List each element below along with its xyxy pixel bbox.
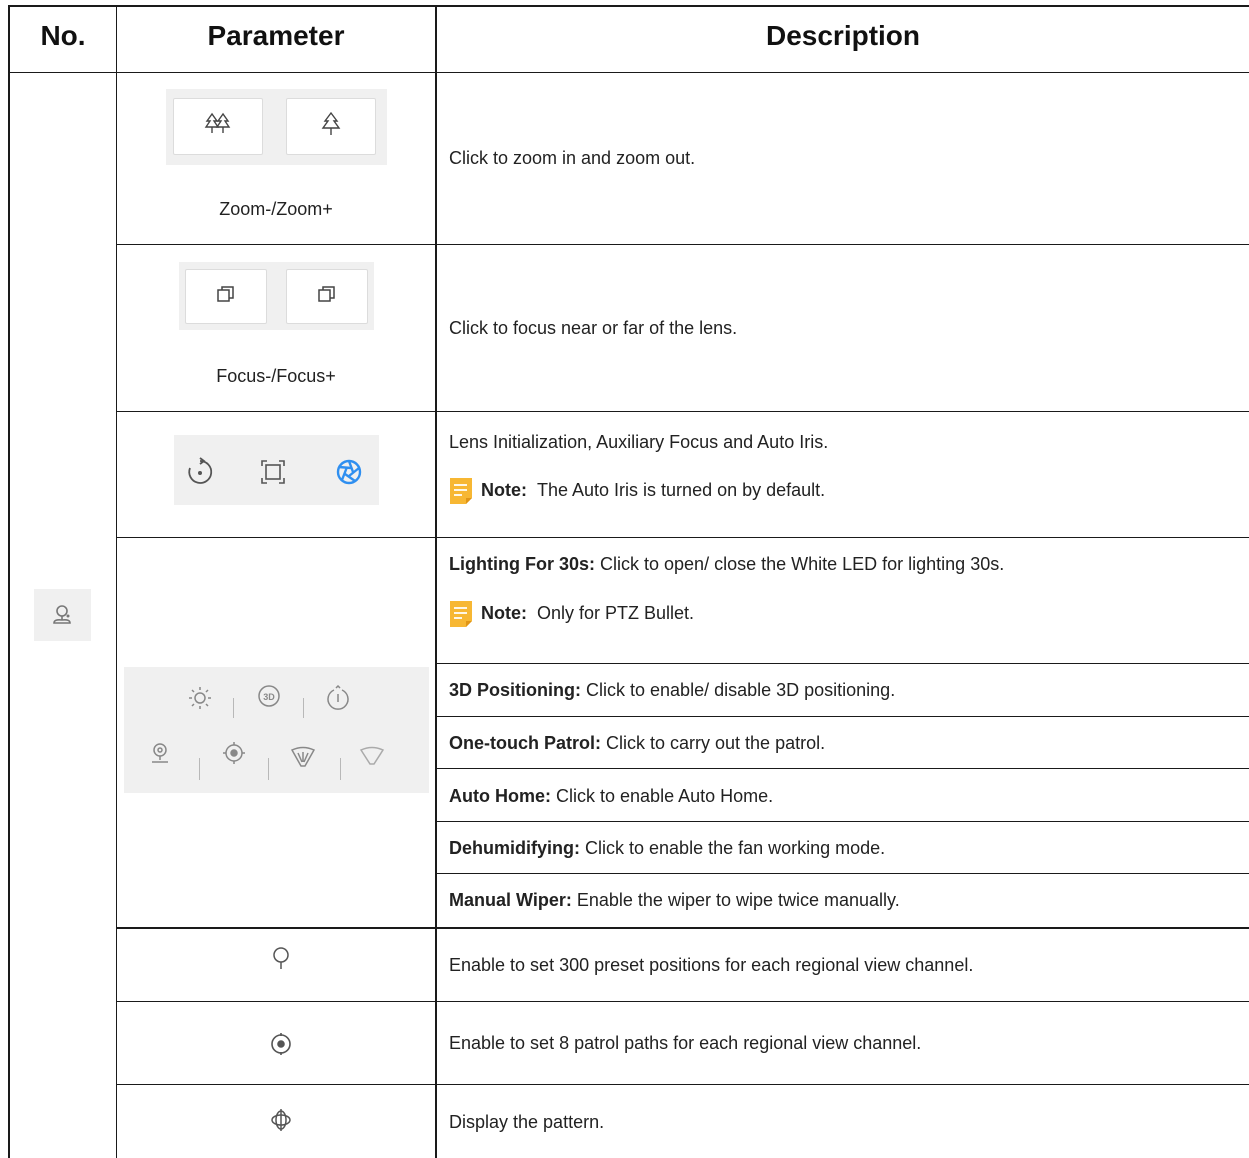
pattern-icon [271, 1109, 291, 1131]
patrol-button[interactable] [266, 1029, 296, 1059]
feature-dehumidifying: Dehumidifying: Click to enable the fan w… [449, 838, 885, 859]
zoom-out-button[interactable] [173, 98, 263, 155]
feature-text: Enable the wiper to wipe twice manually. [576, 890, 900, 910]
preset-button[interactable] [266, 944, 296, 974]
header-description: Description [765, 20, 921, 51]
lighting-note: Note: Only for PTZ Bullet. [449, 600, 695, 627]
focus-far-icon [316, 283, 338, 310]
patrol-description: Enable to set 8 patrol paths for each re… [449, 1033, 922, 1053]
lighting-sun-icon [189, 687, 211, 709]
focus-near-icon [215, 283, 237, 310]
wiper-button[interactable] [356, 741, 388, 771]
row-divider [116, 927, 1249, 929]
focus-near-button[interactable] [185, 269, 267, 324]
note-icon [449, 600, 472, 627]
header-parameter: Parameter [207, 20, 345, 51]
row-divider [116, 1001, 1249, 1002]
feature-one-touch-patrol: One-touch Patrol: Click to carry out the… [449, 733, 825, 754]
zoom-description: Click to zoom in and zoom out. [449, 148, 696, 168]
one-touch-patrol-button[interactable] [323, 683, 353, 713]
3d-positioning-icon: 3D [258, 685, 280, 707]
note-label: Note: [481, 602, 527, 623]
separator [303, 698, 304, 718]
feature-label: 3D Positioning: [449, 680, 581, 700]
3d-positioning-button[interactable]: 3D [254, 681, 284, 711]
lens-initialization-icon [188, 457, 213, 484]
feature-auto-home: Auto Home: Click to enable Auto Home. [449, 786, 773, 807]
fan-wiper-icon [290, 746, 316, 767]
separator [340, 758, 341, 780]
header-no: No. [40, 20, 86, 51]
note-label: Note: [481, 479, 527, 500]
auto-home-icon [152, 743, 168, 763]
zoom-in-tree-icon [318, 109, 344, 144]
auxiliary-focus-button[interactable] [255, 455, 291, 489]
feature-text: Click to enable Auto Home. [556, 786, 774, 806]
row-divider [116, 411, 1249, 412]
feature-text: Click to carry out the patrol. [606, 733, 826, 753]
feature-label: Lighting For 30s: [449, 554, 595, 574]
auto-iris-button[interactable] [331, 455, 367, 489]
separator [233, 698, 234, 718]
table-col-divider [435, 5, 437, 1158]
table-col-divider [116, 5, 117, 1158]
feature-label: Manual Wiper: [449, 890, 572, 910]
zoom-caption: Zoom-/Zoom+ [219, 198, 333, 219]
wiper-icon [359, 746, 385, 765]
pattern-button[interactable] [266, 1105, 296, 1135]
separator [199, 758, 200, 780]
row-divider [436, 768, 1249, 769]
feature-3d-positioning: 3D Positioning: Click to enable/ disable… [449, 680, 895, 701]
feature-manual-wiper: Manual Wiper: Enable the wiper to wipe t… [449, 890, 900, 911]
feature-text: Click to open/ close the White LED for l… [600, 554, 1005, 574]
ptz-control-button[interactable] [34, 589, 91, 641]
ptz-control-icon [34, 589, 91, 641]
lens-note: Note: The Auto Iris is turned on by defa… [449, 477, 826, 504]
row-divider [116, 1084, 1249, 1085]
feature-label: One-touch Patrol: [449, 733, 601, 753]
feature-label: Dehumidifying: [449, 838, 580, 858]
dehumidifying-icon [223, 742, 245, 764]
pattern-description: Display the pattern. [449, 1112, 605, 1132]
row-divider [436, 716, 1249, 717]
feature-text: Click to enable the fan working mode. [585, 838, 886, 858]
row-divider [436, 821, 1249, 822]
patrol-icon [271, 1033, 291, 1055]
auto-home-button[interactable] [145, 738, 175, 768]
note-text: Only for PTZ Bullet. [537, 602, 695, 623]
focus-description: Click to focus near or far of the lens. [449, 318, 738, 338]
lens-initialization-button[interactable] [182, 455, 218, 489]
lighting-button[interactable] [185, 683, 215, 713]
svg-text:3D: 3D [263, 692, 275, 702]
preset-description: Enable to set 300 preset positions for e… [449, 955, 974, 975]
focus-far-button[interactable] [286, 269, 368, 324]
feature-text: Click to enable/ disable 3D positioning. [586, 680, 896, 700]
feature-lighting: Lighting For 30s: Click to open/ close t… [449, 554, 1004, 575]
row-divider [116, 244, 1249, 245]
note-icon [449, 477, 472, 504]
zoom-in-button[interactable] [286, 98, 376, 155]
row-divider [436, 663, 1249, 664]
table-border-left [8, 5, 10, 1158]
row-divider [116, 537, 1249, 538]
auto-iris-icon [336, 459, 362, 485]
header-bottom-line [8, 72, 1249, 73]
one-touch-patrol-icon [327, 685, 349, 710]
preset-icon [273, 947, 289, 969]
zoom-out-trees-icon [203, 109, 233, 144]
lens-description: Lens Initialization, Auxiliary Focus and… [449, 432, 829, 452]
manual-wiper-button[interactable] [287, 741, 319, 771]
row-divider [436, 873, 1249, 874]
separator [268, 758, 269, 780]
dehumidifying-button[interactable] [219, 738, 249, 768]
note-text: The Auto Iris is turned on by default. [537, 479, 826, 500]
auxiliary-focus-icon [261, 460, 285, 484]
focus-caption: Focus-/Focus+ [216, 365, 336, 386]
feature-label: Auto Home: [449, 786, 551, 806]
